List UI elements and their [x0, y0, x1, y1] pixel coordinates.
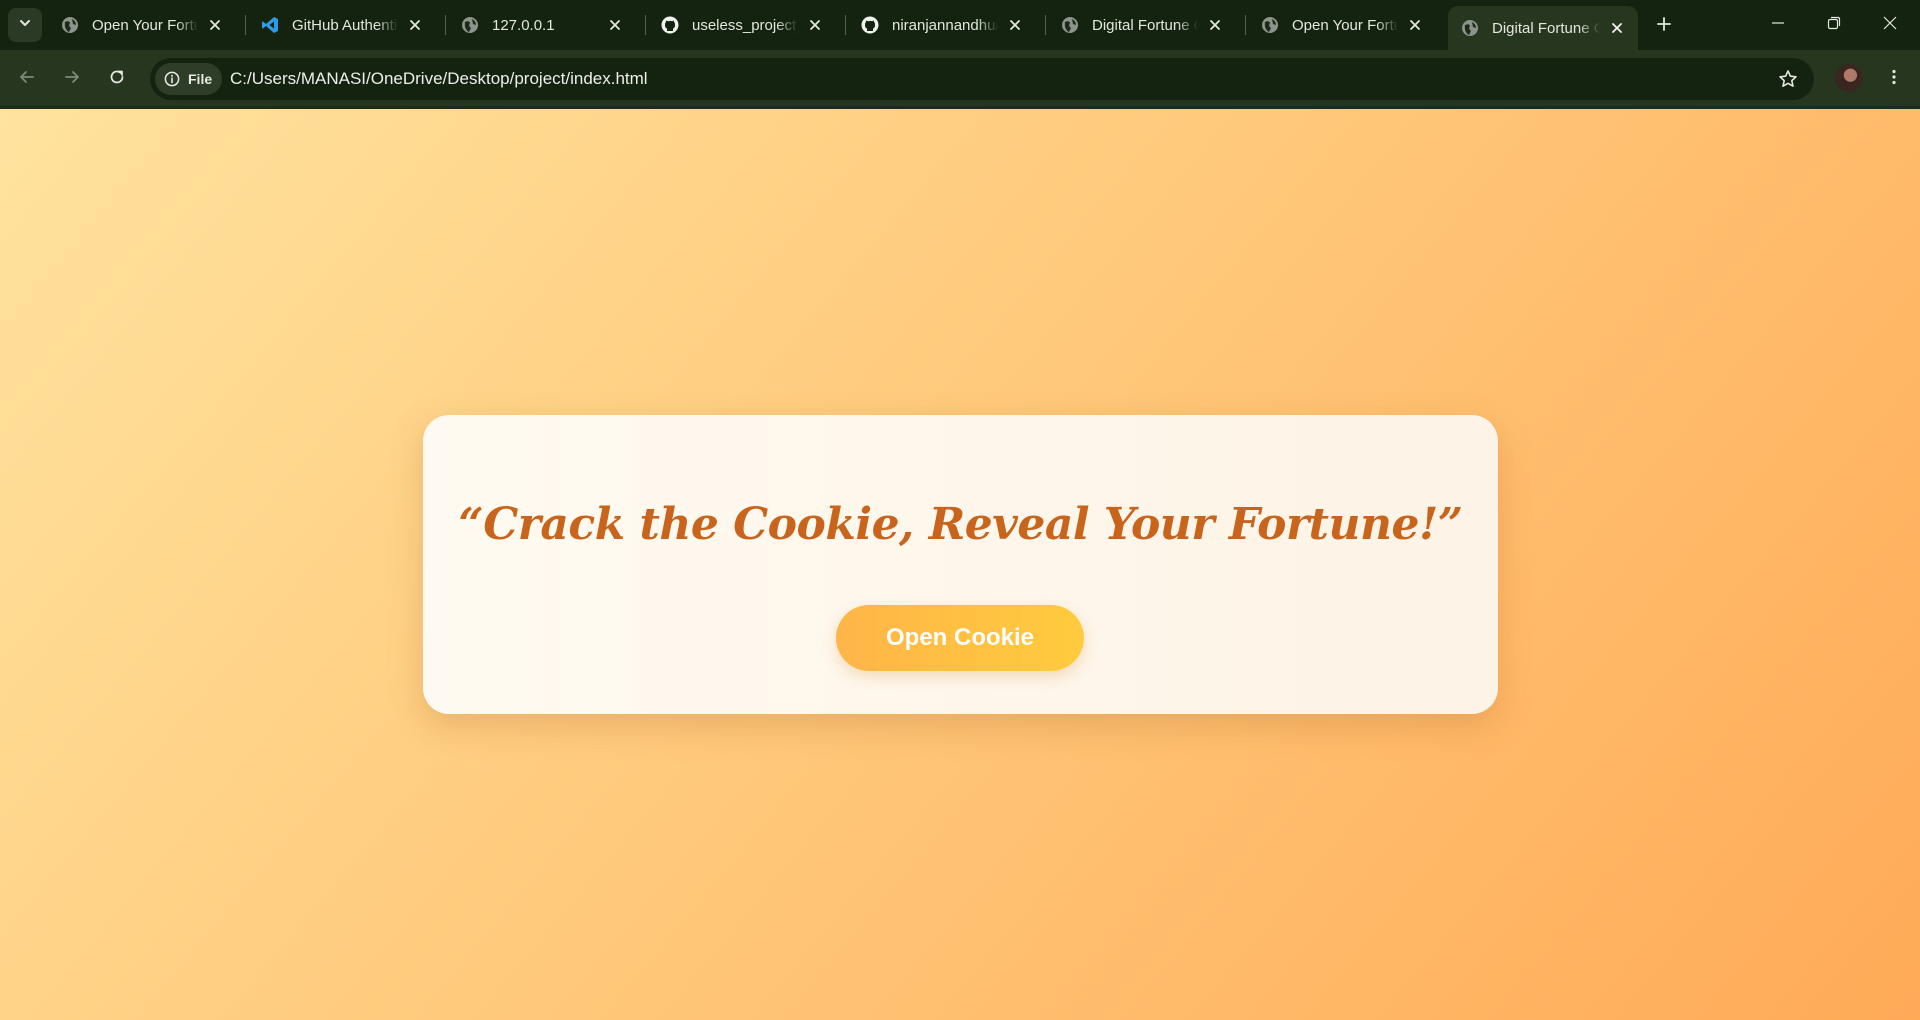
browser-tab[interactable]: 127.0.0.1 [448, 7, 636, 43]
github-icon [860, 15, 880, 35]
arrow-right-icon [63, 68, 81, 91]
close-window-button[interactable] [1862, 0, 1918, 50]
plus-icon [1656, 16, 1672, 37]
browser-toolbar: File C:/Users/MANASI/OneDrive/Desktop/pr… [0, 50, 1920, 108]
site-info-chip[interactable]: File [155, 63, 223, 95]
page-title: “Crack the Cookie, Reveal Your Fortune!” [458, 499, 1463, 550]
globe-icon [1460, 18, 1480, 38]
tab-title: Digital Fortune C [1092, 16, 1198, 34]
close-icon[interactable] [1404, 14, 1426, 36]
close-icon [1883, 16, 1897, 35]
site-chip-label: File [188, 71, 213, 87]
open-cookie-button[interactable]: Open Cookie [836, 605, 1084, 671]
tab-divider [845, 15, 846, 35]
minimize-icon [1771, 16, 1785, 35]
globe-icon [60, 15, 80, 35]
chevron-down-icon [18, 16, 32, 35]
reload-icon [108, 68, 126, 91]
tab-divider [1045, 15, 1046, 35]
tab-divider [445, 15, 446, 35]
bookmark-star-icon[interactable] [1776, 67, 1800, 91]
browser-tab[interactable]: GitHub Authentication [248, 7, 436, 43]
fortune-card: “Crack the Cookie, Reveal Your Fortune!”… [423, 415, 1498, 714]
browser-tab[interactable]: Digital Fortune C [1048, 7, 1236, 43]
close-icon[interactable] [604, 14, 626, 36]
browser-menu-button[interactable] [1877, 62, 1911, 96]
tab-title: Open Your Fortune [1292, 16, 1398, 34]
tab-strip: Open Your Fortune GitHub Authentication … [0, 0, 1920, 50]
new-tab-button[interactable] [1650, 12, 1678, 40]
tab-title: niranjannandhu/ [892, 16, 998, 34]
forward-button[interactable] [55, 62, 89, 96]
restore-icon [1827, 16, 1841, 35]
close-icon[interactable] [204, 14, 226, 36]
tab-title: 127.0.0.1 [492, 16, 555, 34]
arrow-left-icon [18, 68, 36, 91]
globe-icon [460, 15, 480, 35]
profile-avatar[interactable] [1835, 64, 1863, 92]
tab-divider [1245, 15, 1246, 35]
back-button[interactable] [10, 62, 44, 96]
globe-icon [1260, 15, 1280, 35]
close-icon[interactable] [1606, 17, 1628, 39]
tab-divider [245, 15, 246, 35]
tab-divider [645, 15, 646, 35]
restore-button[interactable] [1806, 0, 1862, 50]
browser-tab[interactable]: Open Your Fortune [48, 7, 236, 43]
browser-tab-active[interactable]: Digital Fortune C [1448, 6, 1638, 50]
browser-tab[interactable]: Open Your Fortune [1248, 7, 1436, 43]
reload-button[interactable] [100, 62, 134, 96]
tab-title: GitHub Authentication [292, 16, 398, 34]
close-icon[interactable] [404, 14, 426, 36]
address-bar[interactable]: File C:/Users/MANASI/OneDrive/Desktop/pr… [150, 58, 1814, 100]
tab-search-button[interactable] [8, 8, 42, 42]
browser-tab[interactable]: useless_project_t [648, 7, 836, 43]
browser-tab[interactable]: niranjannandhu/ [848, 7, 1036, 43]
info-icon [163, 70, 181, 88]
minimize-button[interactable] [1750, 0, 1806, 50]
vscode-icon [260, 15, 280, 35]
globe-icon [1060, 15, 1080, 35]
tab-title: Digital Fortune C [1492, 19, 1600, 37]
github-icon [660, 15, 680, 35]
close-icon[interactable] [804, 14, 826, 36]
page-viewport: “Crack the Cookie, Reveal Your Fortune!”… [0, 109, 1920, 1020]
close-icon[interactable] [1004, 14, 1026, 36]
more-vertical-icon [1885, 68, 1903, 91]
tab-title: useless_project_t [692, 16, 798, 34]
tab-title: Open Your Fortune [92, 16, 198, 34]
url-text[interactable]: C:/Users/MANASI/OneDrive/Desktop/project… [230, 58, 648, 100]
close-icon[interactable] [1204, 14, 1226, 36]
